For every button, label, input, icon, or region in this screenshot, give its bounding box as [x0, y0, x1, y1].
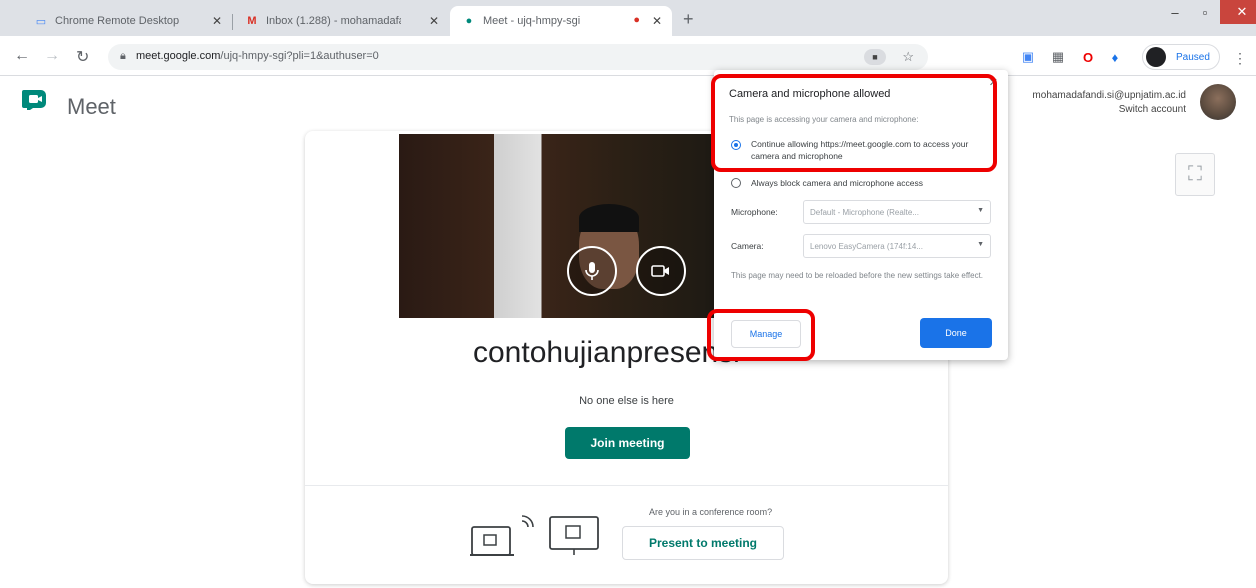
remote-desktop-icon: ▭ — [35, 15, 47, 28]
gmail-icon: M — [247, 15, 257, 27]
url-text: meet.google.com/ujq-hmpy-sgi?pli=1&authu… — [136, 50, 379, 62]
camera-toggle-button[interactable] — [636, 246, 686, 296]
meet-logo-icon[interactable] — [22, 88, 48, 110]
tab-strip: ▭ Chrome Remote Desktop ✕ M Inbox (1.288… — [0, 0, 1256, 36]
microphone-select[interactable]: Default - Microphone (Realte... ▼ — [803, 200, 991, 224]
profile-avatar — [1146, 47, 1166, 67]
microphone-label: Microphone: — [731, 207, 778, 217]
minimize-icon[interactable]: – — [1160, 0, 1190, 24]
tab-title: Chrome Remote Desktop — [55, 15, 180, 27]
microphone-icon — [585, 262, 599, 280]
chrome-menu-icon[interactable]: ⋮ — [1233, 50, 1247, 67]
switch-account-link[interactable]: Switch account — [1032, 103, 1186, 117]
extension-icon[interactable]: ▦ — [1050, 49, 1066, 65]
microphone-toggle-button[interactable] — [567, 246, 617, 296]
present-to-meeting-button[interactable]: Present to meeting — [622, 526, 784, 560]
lock-icon[interactable]: 🔒︎ — [120, 50, 126, 63]
bookmark-star-icon[interactable]: ☆ — [902, 49, 914, 65]
conference-room-illustration-icon — [470, 515, 599, 556]
back-icon[interactable]: ← — [14, 47, 30, 65]
tab-title: Meet - ujq-hmpy-sgi — [483, 15, 581, 27]
camera-in-use-icon[interactable]: ■ — [864, 49, 886, 65]
account-info: mohamadafandi.si@upnjatim.ac.id Switch a… — [1032, 89, 1186, 117]
block-radio[interactable] — [731, 178, 741, 188]
no-one-here-text: No one else is here — [579, 395, 674, 407]
account-avatar[interactable] — [1200, 84, 1236, 120]
new-tab-button[interactable]: + — [683, 9, 694, 30]
highlight-manage-box — [707, 309, 815, 361]
card-divider — [305, 485, 948, 486]
tab-title: Inbox (1.288) - mohamadafandi... — [266, 15, 401, 27]
close-window-icon[interactable]: ✕ — [1220, 0, 1256, 24]
window-controls: – ▫ ✕ — [1160, 0, 1256, 30]
tab-gmail-inbox[interactable]: M Inbox (1.288) - mohamadafandi... ✕ — [233, 6, 449, 36]
user-hair — [579, 204, 639, 232]
account-email: mohamadafandi.si@upnjatim.ac.id — [1032, 90, 1186, 101]
camera-preview — [399, 134, 716, 318]
address-bar[interactable]: 🔒︎ meet.google.com/ujq-hmpy-sgi?pli=1&au… — [108, 44, 928, 70]
join-meeting-button[interactable]: Join meeting — [565, 427, 690, 459]
profile-status: Paused — [1176, 51, 1210, 63]
block-option-text[interactable]: Always block camera and microphone acces… — [751, 177, 991, 189]
extension-icon[interactable]: ▣ — [1020, 49, 1036, 65]
conference-room-question: Are you in a conference room? — [649, 507, 773, 517]
meet-icon: ● — [465, 15, 473, 27]
close-tab-icon[interactable]: ✕ — [212, 14, 222, 28]
maximize-icon[interactable]: ▫ — [1190, 0, 1220, 24]
extension-icon[interactable]: ♦ — [1107, 49, 1123, 65]
camera-selected-value: Lenovo EasyCamera (174f:14... — [810, 241, 923, 251]
profile-button[interactable]: Paused — [1142, 44, 1220, 70]
chevron-down-icon: ▼ — [977, 241, 984, 248]
microphone-selected-value: Default - Microphone (Realte... — [810, 207, 919, 217]
forward-icon[interactable]: → — [44, 47, 60, 65]
opera-icon[interactable]: O — [1080, 49, 1096, 65]
recording-icon: ● — [633, 14, 640, 26]
reload-note: This page may need to be reloaded before… — [731, 271, 984, 280]
browser-toolbar: ← → ↻ 🔒︎ meet.google.com/ujq-hmpy-sgi?pl… — [0, 36, 1256, 76]
reload-icon[interactable]: ↻ — [76, 47, 89, 67]
camera-label: Camera: — [731, 241, 764, 251]
close-tab-icon[interactable]: ✕ — [429, 14, 439, 28]
chevron-down-icon: ▼ — [977, 207, 984, 214]
expand-icon[interactable]: ⛶ — [1175, 153, 1215, 196]
tab-meet[interactable]: ● Meet - ujq-hmpy-sgi ● ✕ — [450, 6, 672, 36]
tab-chrome-remote-desktop[interactable]: ▭ Chrome Remote Desktop ✕ — [22, 6, 232, 36]
meeting-room-name: contohujianpresensi — [473, 336, 740, 369]
highlight-permission-box — [711, 74, 997, 172]
meet-brand-title: Meet — [67, 94, 116, 119]
camera-icon — [651, 265, 669, 277]
done-button[interactable]: Done — [920, 318, 992, 348]
camera-select[interactable]: Lenovo EasyCamera (174f:14... ▼ — [803, 234, 991, 258]
close-tab-icon[interactable]: ✕ — [652, 14, 662, 28]
